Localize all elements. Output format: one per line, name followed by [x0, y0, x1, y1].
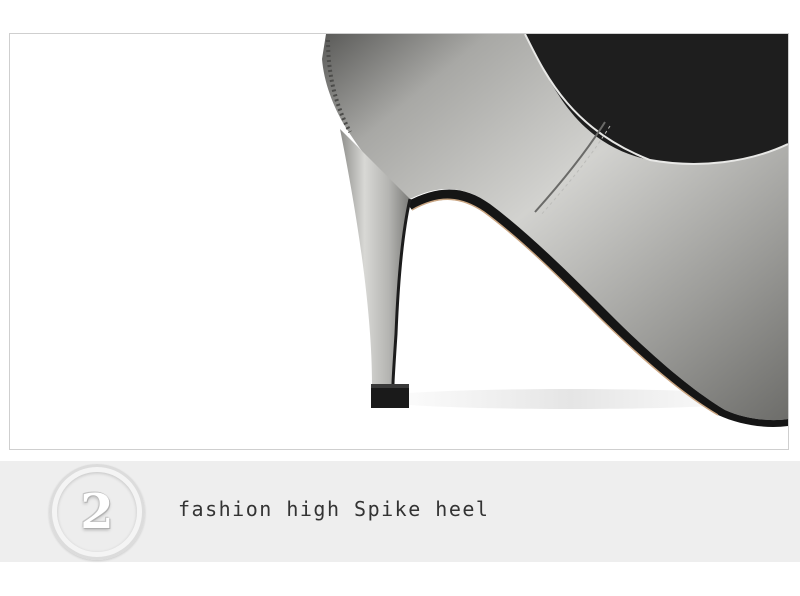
- shoe-heel-photo: [322, 34, 788, 427]
- step-number: 2: [80, 484, 114, 540]
- step-number-badge: 2: [49, 464, 145, 560]
- heel-tip-top: [371, 384, 409, 388]
- feature-caption: fashion high Spike heel: [178, 497, 490, 521]
- product-photo-frame: [9, 33, 789, 450]
- step-number-badge-inner: 2: [57, 472, 137, 552]
